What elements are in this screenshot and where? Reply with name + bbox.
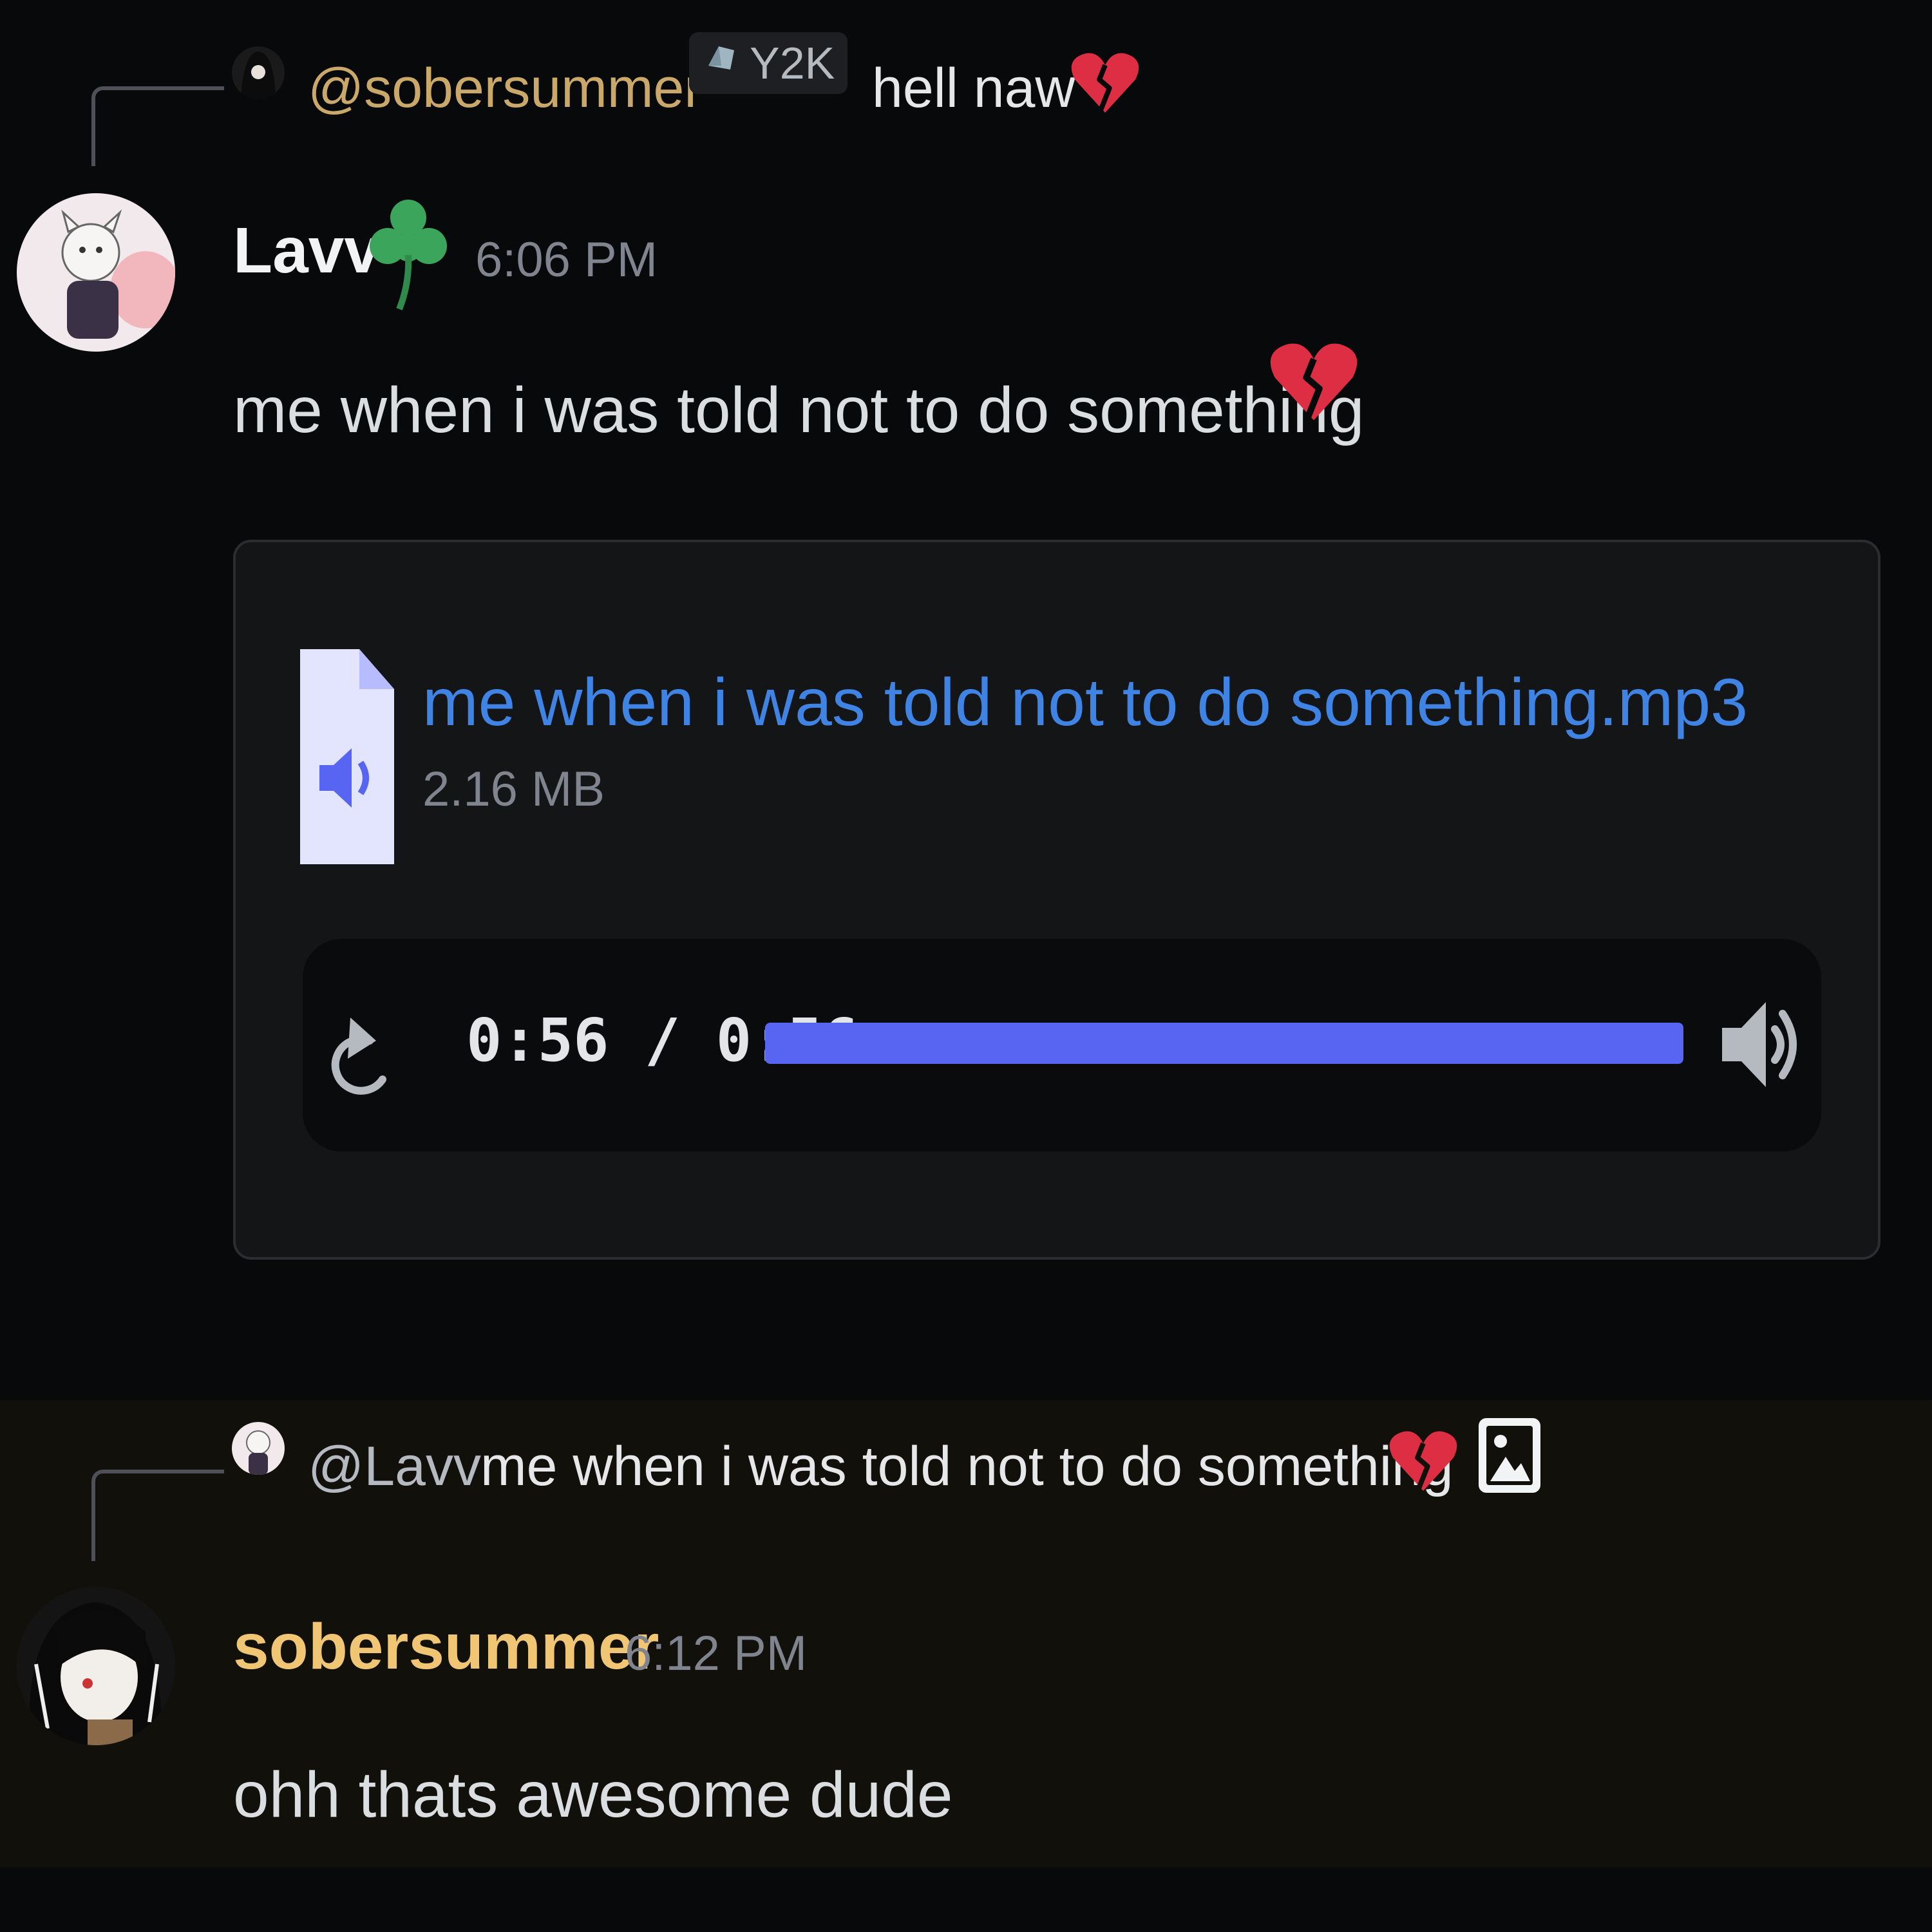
image-icon[interactable]	[1477, 1417, 1542, 1497]
message-content: me when i was told not to do something	[233, 374, 1365, 446]
file-name-link[interactable]: me when i was told not to do something.m…	[422, 665, 1748, 741]
broken-heart-icon	[1387, 1425, 1459, 1500]
message-timestamp[interactable]: 6:06 PM	[475, 232, 658, 288]
broken-heart-icon	[1267, 335, 1360, 431]
progress-fill	[765, 1023, 1683, 1064]
reply-avatar[interactable]	[232, 46, 285, 99]
volume-icon[interactable]	[1716, 974, 1799, 1119]
author-avatar[interactable]	[17, 193, 175, 352]
reply-text[interactable]: me when i was told not to do something	[480, 1435, 1454, 1499]
reply-avatar[interactable]	[232, 1422, 285, 1475]
audio-player: 0:56 / 0:56	[303, 939, 1821, 1151]
role-tag[interactable]: Y2K	[689, 32, 848, 94]
file-size: 2.16 MB	[422, 762, 605, 817]
reply-text[interactable]: hell naw	[872, 57, 1075, 120]
audio-file-icon	[300, 649, 394, 867]
author-avatar[interactable]	[17, 1587, 175, 1745]
message-timestamp[interactable]: 6:12 PM	[625, 1625, 807, 1681]
tag-label: Y2K	[750, 38, 835, 88]
reply-mention[interactable]: @Lavv	[308, 1435, 481, 1499]
message-content: ohh thats awesome dude	[233, 1759, 953, 1831]
gem-icon	[702, 37, 741, 89]
reply-mention[interactable]: @sobersummer	[308, 57, 703, 120]
author-name[interactable]: Lavv	[233, 214, 380, 288]
reply-spine	[91, 86, 224, 166]
reply-spine	[91, 1470, 224, 1561]
audio-attachment: me when i was told not to do something.m…	[233, 540, 1880, 1260]
author-name[interactable]: sobersummer	[233, 1610, 659, 1684]
replay-icon[interactable]	[328, 976, 399, 1117]
broken-heart-icon	[1069, 46, 1141, 122]
shamrock-icon	[370, 193, 447, 319]
progress-bar[interactable]	[765, 1023, 1683, 1064]
